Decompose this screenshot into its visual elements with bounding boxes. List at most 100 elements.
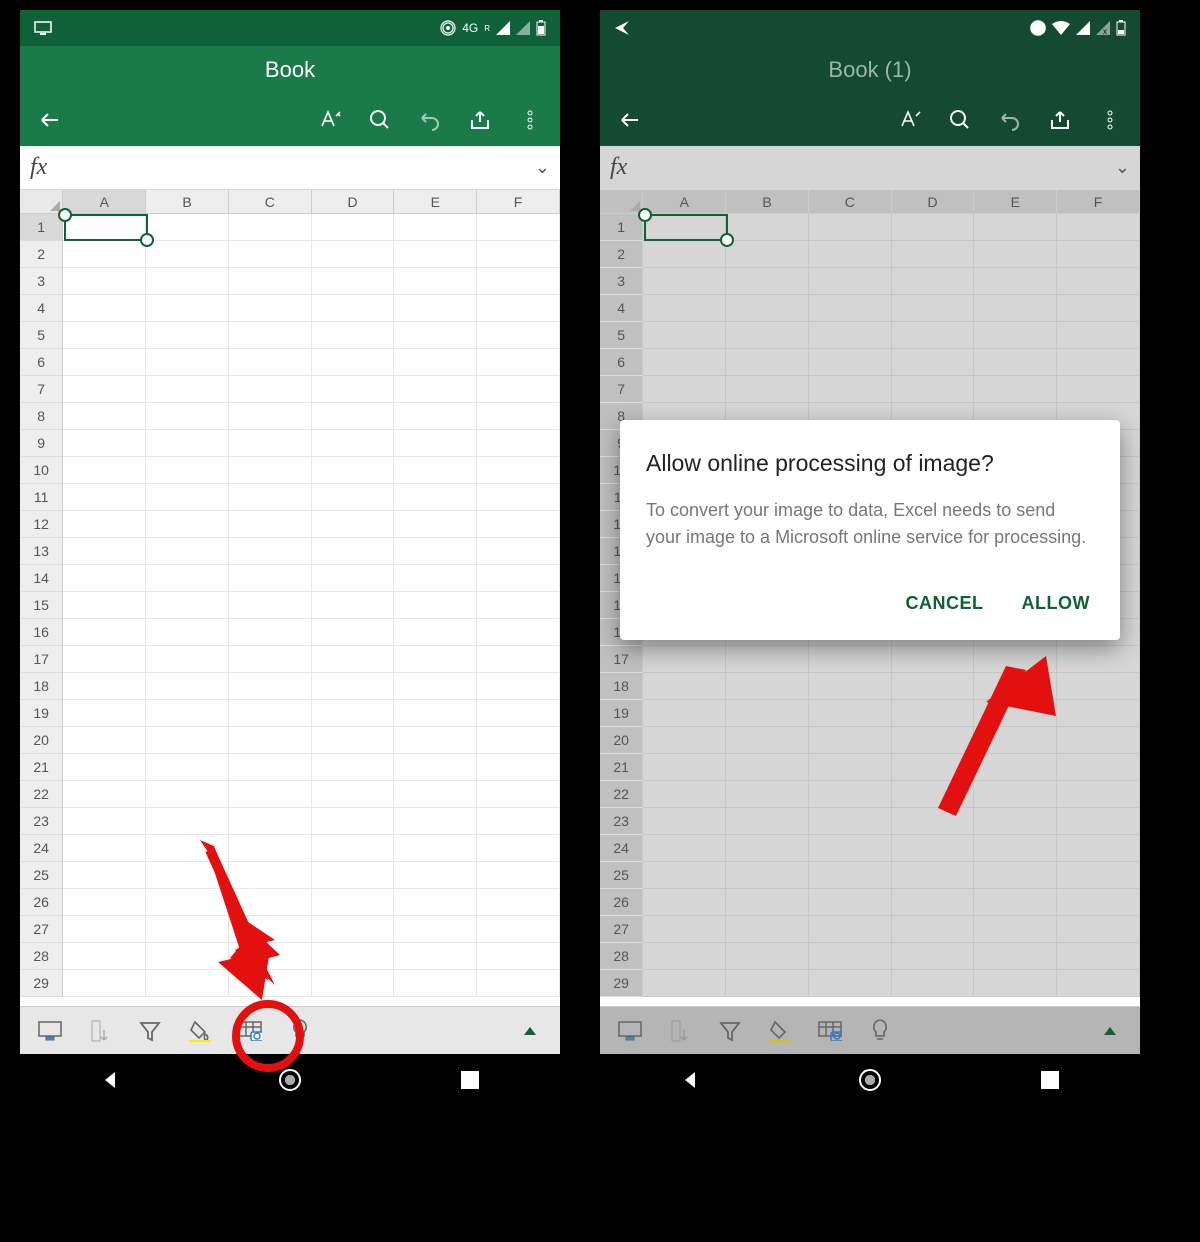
cell[interactable]	[63, 781, 146, 808]
cell[interactable]	[312, 403, 395, 430]
back-button[interactable]	[30, 100, 70, 140]
filter-button[interactable]	[130, 1011, 170, 1051]
cell[interactable]	[892, 376, 975, 403]
cell[interactable]	[146, 727, 229, 754]
cell[interactable]	[394, 916, 477, 943]
cell[interactable]	[312, 295, 395, 322]
cell[interactable]	[312, 835, 395, 862]
expand-toolbar-button[interactable]	[510, 1011, 550, 1051]
cell[interactable]	[312, 214, 395, 241]
cell[interactable]	[146, 214, 229, 241]
cell[interactable]	[394, 673, 477, 700]
cell[interactable]	[643, 970, 726, 997]
cell[interactable]	[1057, 943, 1140, 970]
cell[interactable]	[643, 808, 726, 835]
cell[interactable]	[312, 592, 395, 619]
cell[interactable]	[477, 754, 560, 781]
cell[interactable]	[394, 376, 477, 403]
cell[interactable]	[63, 376, 146, 403]
cell[interactable]	[394, 619, 477, 646]
cell[interactable]	[643, 295, 726, 322]
cell[interactable]	[394, 214, 477, 241]
cell[interactable]	[477, 700, 560, 727]
cell[interactable]	[312, 673, 395, 700]
cell[interactable]	[643, 862, 726, 889]
cell[interactable]	[477, 943, 560, 970]
cell[interactable]	[643, 268, 726, 295]
cell[interactable]	[726, 835, 809, 862]
row-header[interactable]: 2	[20, 241, 63, 268]
cell[interactable]	[229, 457, 312, 484]
cell[interactable]	[809, 214, 892, 241]
cell[interactable]	[726, 322, 809, 349]
cell[interactable]	[312, 511, 395, 538]
row-header[interactable]: 1	[600, 214, 643, 241]
column-header[interactable]: C	[229, 190, 312, 214]
cell[interactable]	[477, 214, 560, 241]
cell[interactable]	[477, 403, 560, 430]
cell[interactable]	[477, 295, 560, 322]
cell[interactable]	[726, 862, 809, 889]
cell[interactable]	[229, 754, 312, 781]
column-header[interactable]: F	[1057, 190, 1140, 214]
row-header[interactable]: 7	[20, 376, 63, 403]
cell[interactable]	[63, 754, 146, 781]
row-header[interactable]: 29	[20, 970, 63, 997]
cell[interactable]	[312, 889, 395, 916]
cell[interactable]	[229, 673, 312, 700]
select-all-corner[interactable]	[20, 190, 63, 214]
cell[interactable]	[63, 538, 146, 565]
share-button[interactable]	[460, 100, 500, 140]
row-header[interactable]: 3	[600, 268, 643, 295]
cell[interactable]	[974, 943, 1057, 970]
cell[interactable]	[643, 241, 726, 268]
cell[interactable]	[394, 943, 477, 970]
cell[interactable]	[726, 970, 809, 997]
cell[interactable]	[974, 376, 1057, 403]
cell[interactable]	[892, 322, 975, 349]
row-header[interactable]: 15	[20, 592, 63, 619]
cell[interactable]	[477, 565, 560, 592]
cell[interactable]	[146, 673, 229, 700]
cell[interactable]	[477, 457, 560, 484]
cell[interactable]	[726, 916, 809, 943]
cell[interactable]	[229, 430, 312, 457]
cell[interactable]	[312, 565, 395, 592]
cell[interactable]	[809, 268, 892, 295]
undo-button[interactable]	[410, 100, 450, 140]
cell[interactable]	[477, 808, 560, 835]
cell[interactable]	[809, 727, 892, 754]
sheet-view-button[interactable]	[610, 1011, 650, 1051]
cell[interactable]	[146, 349, 229, 376]
cell[interactable]	[477, 322, 560, 349]
cell[interactable]	[394, 727, 477, 754]
cell[interactable]	[229, 241, 312, 268]
cell[interactable]	[312, 808, 395, 835]
cell[interactable]	[146, 538, 229, 565]
cell[interactable]	[63, 241, 146, 268]
row-header[interactable]: 10	[20, 457, 63, 484]
search-button[interactable]	[940, 100, 980, 140]
allow-button[interactable]: ALLOW	[1018, 587, 1094, 620]
cell[interactable]	[643, 673, 726, 700]
row-header[interactable]: 21	[20, 754, 63, 781]
cell[interactable]	[63, 646, 146, 673]
cell[interactable]	[643, 376, 726, 403]
cell[interactable]	[477, 430, 560, 457]
cell[interactable]	[643, 646, 726, 673]
cell[interactable]	[892, 916, 975, 943]
cell[interactable]	[394, 268, 477, 295]
fill-color-button[interactable]	[760, 1011, 800, 1051]
cell[interactable]	[477, 862, 560, 889]
cell[interactable]	[394, 592, 477, 619]
cell[interactable]	[229, 727, 312, 754]
cell[interactable]	[63, 700, 146, 727]
cell[interactable]	[146, 781, 229, 808]
cell[interactable]	[726, 781, 809, 808]
row-header[interactable]: 22	[600, 781, 643, 808]
row-header[interactable]: 21	[600, 754, 643, 781]
cell[interactable]	[892, 349, 975, 376]
cell[interactable]	[974, 322, 1057, 349]
cell[interactable]	[892, 970, 975, 997]
row-header[interactable]: 13	[20, 538, 63, 565]
